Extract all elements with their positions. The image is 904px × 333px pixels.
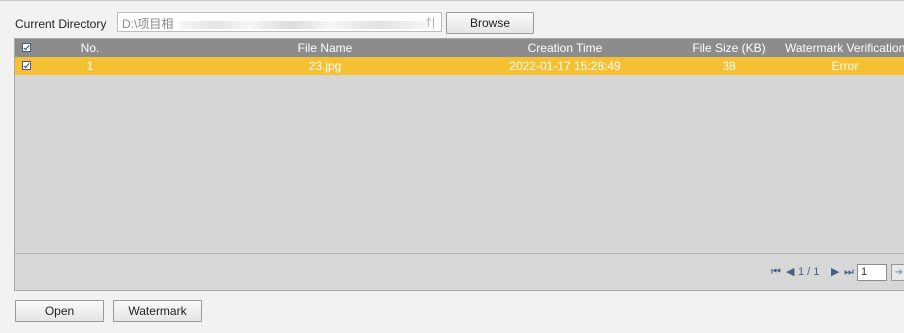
table-row[interactable]: 1 23.jpg 2022-01-17 15:28:49 38 Error [15,57,904,75]
file-table: No. File Name Creation Time File Size (K… [14,38,904,291]
header-watermark-verification: Watermark Verification [785,41,904,55]
select-all-checkbox-cell[interactable] [19,39,33,57]
first-page-icon[interactable]: ⏮ [771,265,781,279]
row-checkbox[interactable] [21,61,31,70]
table-header: No. File Name Creation Time File Size (K… [15,39,904,57]
row-creation-time: 2022-01-17 15:28:49 [509,59,621,73]
page-number-input[interactable]: 1 [857,264,887,281]
browse-button[interactable]: Browse [446,12,534,34]
row-file-name: 23.jpg [308,59,342,73]
directory-path-tail: †| [425,15,435,29]
go-arrow-icon[interactable]: ➜ [891,264,904,281]
pagination-bar: ⏮ ◀ 1 / 1 ▶ ⏭ 1 ➜ [15,253,904,290]
header-no: No. [80,41,100,55]
file-watermark-panel: Current Directory D:\项目相 †| Browse No. F… [0,0,904,333]
row-watermark-result: Error [831,59,859,73]
select-all-checkbox[interactable] [21,43,31,52]
current-directory-label: Current Directory [15,17,107,31]
directory-path-field[interactable]: D:\项目相 †| [117,12,442,32]
directory-path-value: D:\项目相 [122,17,174,31]
header-file-name: File Name [297,41,353,55]
prev-page-icon[interactable]: ◀ [786,265,794,279]
row-no: 1 [86,59,94,73]
row-file-size: 38 [722,59,736,73]
header-creation-time: Creation Time [527,41,603,55]
open-button[interactable]: Open [15,300,104,322]
page-indicator: 1 / 1 [798,266,820,278]
next-page-icon[interactable]: ▶ [831,265,839,279]
header-file-size: File Size (KB) [692,41,766,55]
row-checkbox-cell[interactable] [19,57,33,75]
watermark-button[interactable]: Watermark [113,300,202,322]
obscured-path-text [179,20,430,29]
last-page-icon[interactable]: ⏭ [844,265,854,279]
